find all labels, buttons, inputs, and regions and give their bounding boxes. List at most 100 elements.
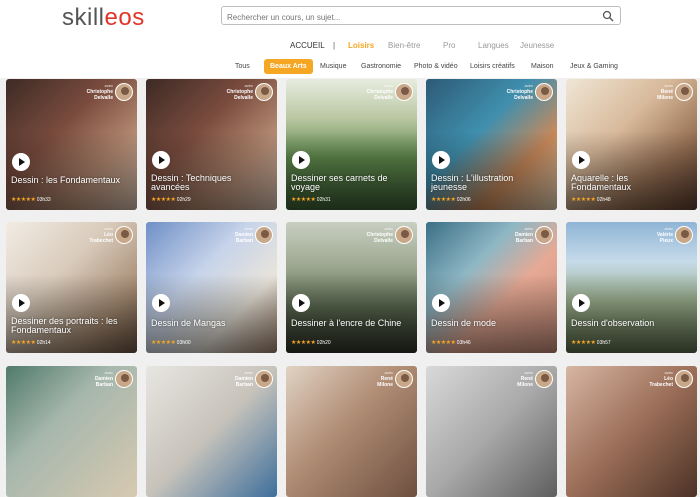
play-icon[interactable] [572, 151, 590, 169]
author-name: avec Damien Barban [514, 226, 533, 244]
course-title: Aquarelle : les Fondamentaux [571, 173, 632, 192]
course-duration: 03h57 [596, 340, 611, 346]
category-bar: Tous Beaux Arts Musique Gastronomie Phot… [0, 56, 700, 78]
course-title: Dessin de mode [431, 318, 497, 328]
nav-home[interactable]: ACCUEIL [290, 41, 325, 50]
author-avatar [675, 370, 693, 388]
author-avatar [255, 370, 273, 388]
course-title: Dessin d'observation [571, 318, 655, 328]
search-icon[interactable] [602, 10, 614, 22]
course-duration: 02h06 [456, 197, 471, 203]
author-name: avec René Milone [517, 370, 533, 388]
course-card[interactable]: avec René Milone [426, 366, 557, 497]
nav-pro[interactable]: Pro [443, 41, 455, 50]
category-gastronomie[interactable]: Gastronomie [361, 63, 401, 70]
author-name: avec Christophe Delvalle [506, 83, 533, 101]
author-avatar [395, 83, 413, 101]
course-title: Dessiner des portraits : les Fondamentaux [11, 316, 118, 335]
play-icon[interactable] [432, 151, 450, 169]
course-rating: ★★★★★ 03h00 [151, 340, 191, 346]
author-avatar [255, 226, 273, 244]
course-card[interactable]: avec Christophe Delvalle Dessin : Techniqu… [146, 79, 277, 210]
play-icon[interactable] [152, 151, 170, 169]
category-tous[interactable]: Tous [235, 63, 250, 70]
author-avatar [675, 226, 693, 244]
course-duration: 02h29 [176, 197, 191, 203]
author-name: avec Christophe Delvalle [366, 83, 393, 101]
course-card[interactable]: avec Damien Barban [146, 366, 277, 497]
category-beaux-arts[interactable]: Beaux Arts [264, 59, 313, 74]
play-icon[interactable] [12, 153, 30, 171]
logo-text-b: eos [104, 4, 145, 31]
course-title: Dessin : L'illustration jeunesse [431, 173, 514, 192]
course-duration: 03h46 [456, 340, 471, 346]
search-input[interactable] [222, 9, 592, 26]
nav-langues[interactable]: Langues [478, 41, 509, 50]
category-photo-video[interactable]: Photo & vidéo [414, 63, 458, 70]
header: skilleos [0, 0, 700, 36]
play-icon[interactable] [292, 151, 310, 169]
course-duration: 03h00 [176, 340, 191, 346]
course-rating: ★★★★★ 02h48 [571, 197, 611, 203]
nav-jeunesse[interactable]: Jeunesse [520, 41, 554, 50]
course-rating: ★★★★★ 02h14 [11, 340, 51, 346]
course-duration: 02h14 [36, 340, 51, 346]
author-name: avec René Milone [377, 370, 393, 388]
author-name: avec Valérie Pieux [656, 226, 673, 244]
category-jeux-gaming[interactable]: Jeux & Gaming [570, 63, 618, 70]
author-avatar [535, 83, 553, 101]
author-avatar [675, 83, 693, 101]
course-card[interactable]: avec Christophe Delvalle Dessin : les Fond… [6, 79, 137, 210]
course-rating: ★★★★★ 02h31 [291, 197, 331, 203]
author-name: avec René Milone [657, 83, 673, 101]
course-card[interactable]: avec René Milone Aquarelle : les Fondamenta… [566, 79, 697, 210]
course-title: Dessin : les Fondamentaux [11, 175, 121, 185]
nav-loisirs[interactable]: Loisirs [348, 41, 374, 50]
course-duration: 02h20 [316, 340, 331, 346]
nav-bien-etre[interactable]: Bien-être [388, 41, 420, 50]
brand-logo[interactable]: skilleos [62, 4, 145, 32]
course-card[interactable]: avec Léo Trabechet Dessiner des portraits … [6, 222, 137, 353]
play-icon[interactable] [572, 294, 590, 312]
author-name: avec Léo Trabechet [649, 370, 673, 388]
course-rating: ★★★★★ 02h20 [291, 340, 331, 346]
course-rating: ★★★★★ 03h46 [431, 340, 471, 346]
course-card[interactable]: avec René Milone [286, 366, 417, 497]
course-title: Dessiner ses carnets de voyage [291, 173, 388, 192]
author-avatar [255, 83, 273, 101]
course-card[interactable]: avec Valérie Pieux Dessin d'observation ★★… [566, 222, 697, 353]
top-nav: ACCUEIL | Loisirs Bien-être Pro Langues … [0, 36, 700, 56]
course-card[interactable]: avec Christophe Delvalle Dessin : L'illust… [426, 79, 557, 210]
play-icon[interactable] [12, 294, 30, 312]
course-title: Dessiner à l'encre de Chine [291, 318, 402, 328]
course-card[interactable]: avec Damien Barban Dessin de Mangas ★★★★★ … [146, 222, 277, 353]
course-card[interactable]: avec Christophe Delvalle Dessiner à l'encr… [286, 222, 417, 353]
play-icon[interactable] [432, 294, 450, 312]
course-card[interactable]: avec Léo Trabechet [566, 366, 697, 497]
author-avatar [115, 226, 133, 244]
author-avatar [535, 226, 553, 244]
author-name: avec Damien Barban [94, 370, 113, 388]
course-duration: 02h31 [316, 197, 331, 203]
course-duration: 03h33 [36, 197, 51, 203]
category-maison[interactable]: Maison [531, 63, 554, 70]
course-rating: ★★★★★ 02h06 [431, 197, 471, 203]
course-grid: avec Christophe Delvalle Dessin : les Fond… [0, 78, 700, 497]
author-avatar [395, 370, 413, 388]
author-avatar [395, 226, 413, 244]
play-icon[interactable] [292, 294, 310, 312]
category-loisirs-creatifs[interactable]: Loisirs créatifs [470, 63, 515, 70]
course-duration: 02h48 [596, 197, 611, 203]
course-card[interactable]: avec Christophe Delvalle Dessiner ses carn… [286, 79, 417, 210]
category-musique[interactable]: Musique [320, 63, 346, 70]
author-name: avec Damien Barban [234, 370, 253, 388]
course-card[interactable]: avec Damien Barban Dessin de mode ★★★★★ 03… [426, 222, 557, 353]
nav-separator: | [333, 41, 336, 50]
course-rating: ★★★★★ 03h33 [11, 197, 51, 203]
course-title: Dessin de Mangas [151, 318, 226, 328]
author-avatar [115, 83, 133, 101]
course-card[interactable]: avec Damien Barban [6, 366, 137, 497]
author-name: avec Léo Trabechet [89, 226, 113, 244]
course-title: Dessin : Techniques avancées [151, 173, 232, 192]
play-icon[interactable] [152, 294, 170, 312]
